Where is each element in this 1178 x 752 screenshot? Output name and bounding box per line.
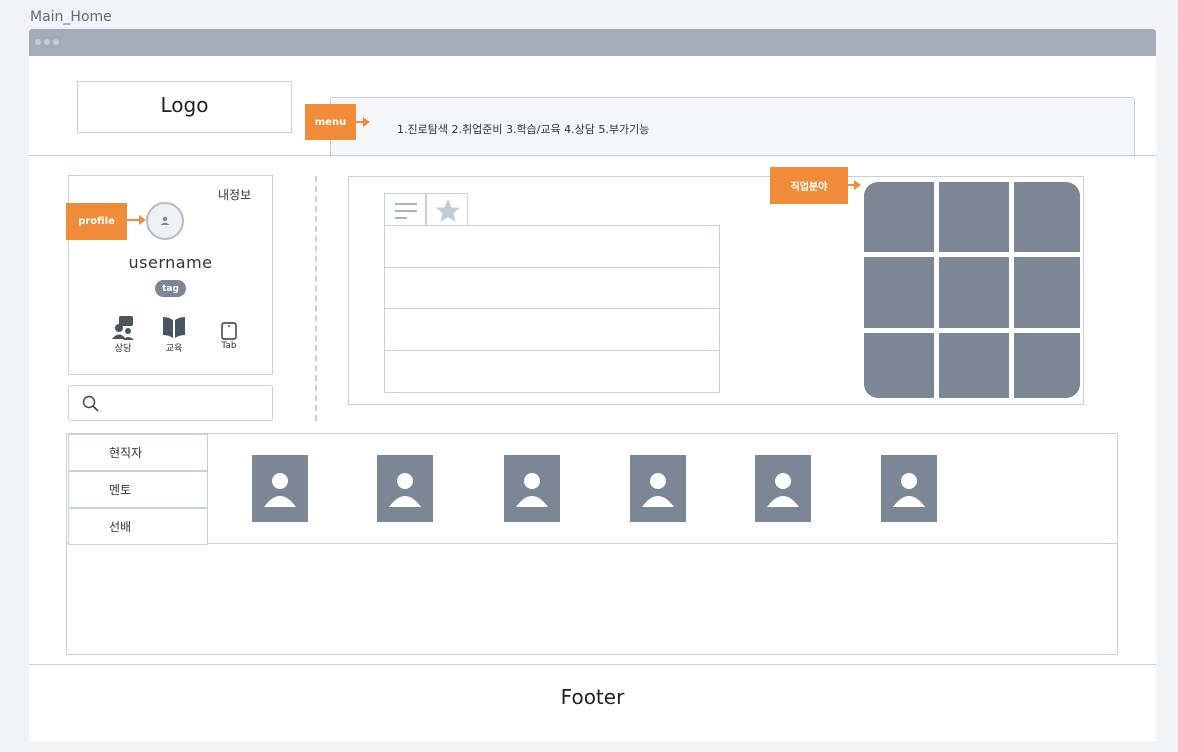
- user-icon: [767, 473, 799, 507]
- people-section-divider: [67, 543, 1117, 544]
- user-icon: [160, 216, 170, 225]
- list-item[interactable]: [384, 225, 720, 268]
- chat-people-icon: [112, 316, 134, 340]
- person-card[interactable]: [881, 455, 937, 522]
- profile-callout-arrow: [126, 219, 140, 221]
- person-card[interactable]: [252, 455, 308, 522]
- job-field-tile[interactable]: [864, 333, 934, 398]
- header-divider: [29, 155, 1156, 156]
- person-card[interactable]: [630, 455, 686, 522]
- avatar[interactable]: [146, 202, 184, 240]
- consult-label: 상담: [114, 344, 132, 354]
- username: username: [128, 253, 213, 272]
- menu-callout: menu: [305, 104, 356, 140]
- search-input[interactable]: [68, 385, 273, 421]
- window-dot[interactable]: [44, 39, 50, 45]
- people-section: [66, 433, 1118, 655]
- window-dot[interactable]: [35, 39, 41, 45]
- column-divider: [315, 176, 317, 421]
- menu-item-mentor[interactable]: 멘토: [68, 471, 208, 508]
- consult-shortcut[interactable]: 상담: [108, 313, 138, 354]
- user-icon: [264, 473, 296, 507]
- job-field-tile[interactable]: [939, 333, 1009, 398]
- job-field-tile[interactable]: [939, 257, 1009, 328]
- tab-label: Tab: [221, 341, 237, 351]
- main-menu-items[interactable]: 1.진로탐색 2.취업준비 3.학습/교육 4.상담 5.부가기능: [397, 121, 649, 137]
- window-titlebar: [29, 29, 1156, 56]
- list-item[interactable]: [384, 267, 720, 310]
- my-info-link[interactable]: 내정보: [218, 186, 251, 203]
- list-item[interactable]: [384, 308, 720, 351]
- footer: Footer: [560, 685, 625, 709]
- list-item[interactable]: [384, 350, 720, 393]
- job-field-tile[interactable]: [1014, 257, 1080, 328]
- job-field-tile[interactable]: [939, 182, 1009, 252]
- person-card[interactable]: [377, 455, 433, 522]
- favorites-tab[interactable]: [426, 193, 468, 227]
- logo[interactable]: Logo: [77, 81, 292, 133]
- menu-item-senior[interactable]: 선배: [68, 508, 208, 545]
- job-field-grid: [864, 182, 1080, 398]
- book-icon: [163, 317, 185, 338]
- person-card[interactable]: [755, 455, 811, 522]
- search-icon: [82, 395, 99, 412]
- person-card[interactable]: [504, 455, 560, 522]
- job-field-callout-arrowhead: [854, 180, 861, 190]
- user-icon: [389, 473, 421, 507]
- window-dot[interactable]: [53, 39, 59, 45]
- user-tag-badge: tag: [155, 280, 186, 297]
- tab-shortcut[interactable]: Tab: [214, 321, 244, 351]
- page-title: Main_Home: [30, 9, 112, 25]
- hamburger-icon: [395, 203, 417, 219]
- job-field-tile[interactable]: [1014, 182, 1080, 252]
- user-icon: [893, 473, 925, 507]
- footer-divider: [29, 664, 1156, 665]
- star-icon: [436, 199, 460, 222]
- menu-callout-arrowhead: [363, 117, 370, 127]
- profile-callout-arrowhead: [139, 215, 146, 225]
- tablet-icon: [221, 322, 237, 340]
- user-icon: [516, 473, 548, 507]
- user-icon: [642, 473, 674, 507]
- education-shortcut[interactable]: 교육: [159, 313, 189, 354]
- job-field-tile[interactable]: [864, 257, 934, 328]
- job-field-callout: 직업분야: [770, 167, 848, 204]
- job-field-tile[interactable]: [1014, 333, 1080, 398]
- browser-window: Logo 1.진로탐색 2.취업준비 3.학습/교육 4.상담 5.부가기능 m…: [29, 29, 1156, 741]
- job-field-tile[interactable]: [864, 182, 934, 252]
- profile-callout: profile: [66, 203, 127, 240]
- menu-item-current-workers[interactable]: 현직자: [68, 434, 208, 471]
- education-label: 교육: [165, 344, 183, 354]
- list-view-tab[interactable]: [384, 193, 426, 227]
